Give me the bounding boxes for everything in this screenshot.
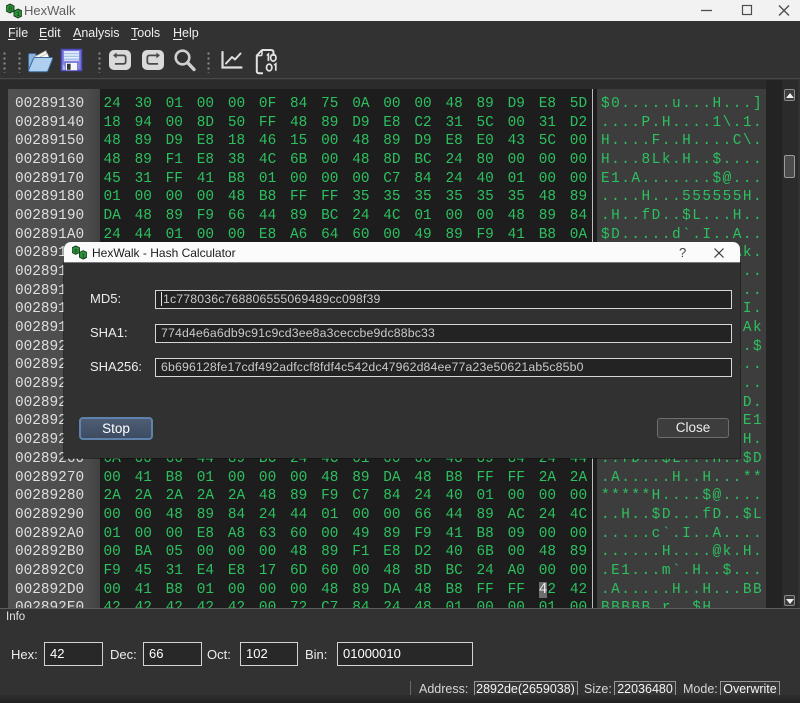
svg-text:0: 0 — [8, 6, 12, 13]
svg-text:1: 1 — [16, 11, 20, 18]
